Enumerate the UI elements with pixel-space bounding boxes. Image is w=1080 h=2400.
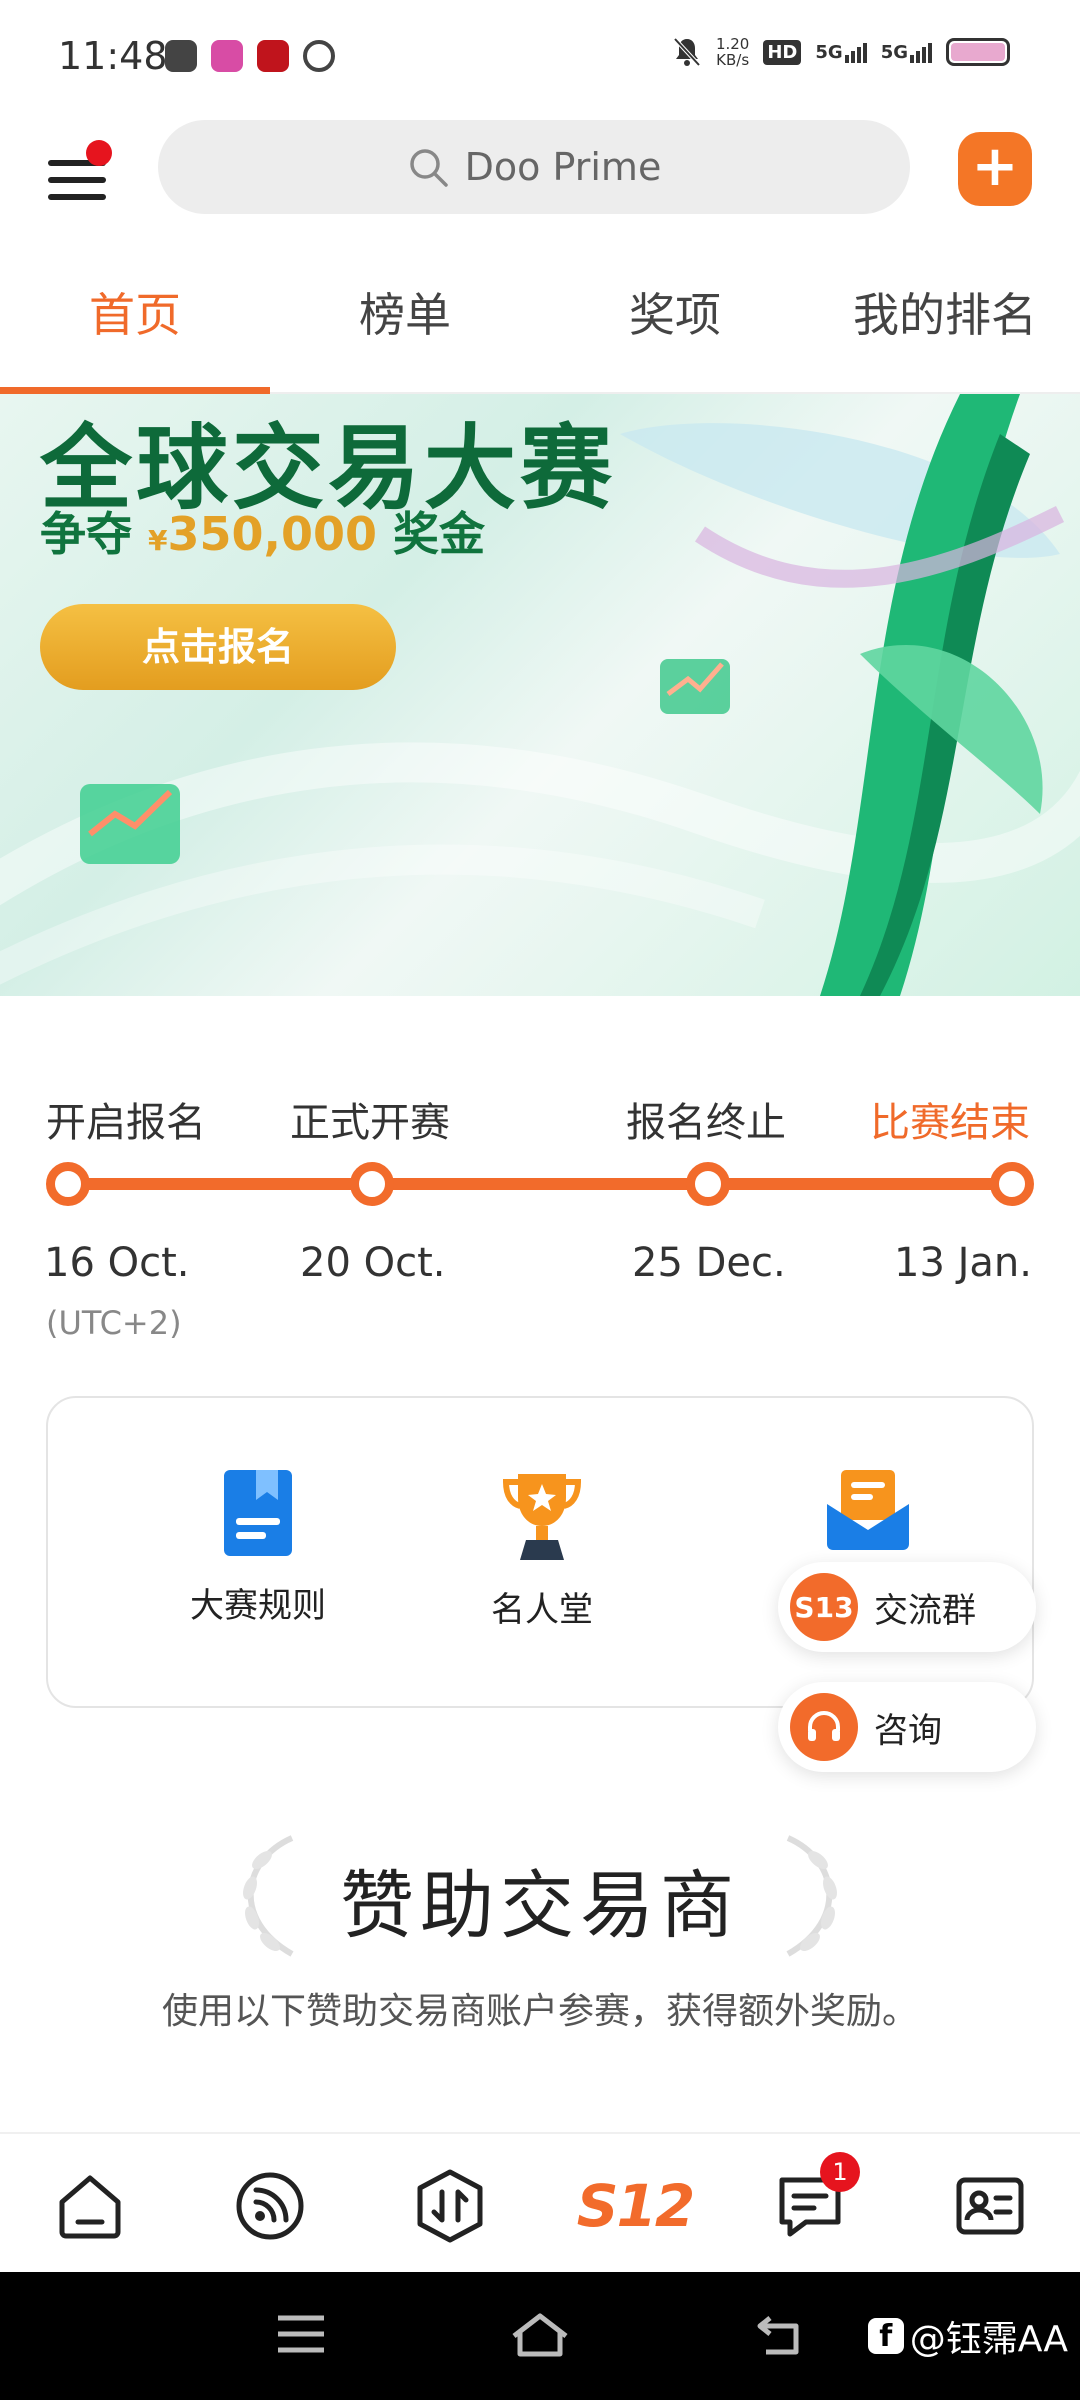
app-notification-icon [303,40,335,72]
timeline-node [686,1162,730,1206]
watermark: f @钰霈AA [867,2310,1068,2362]
mute-bell-icon [673,37,701,67]
trophy-icon [502,1474,582,1560]
nav-feed[interactable] [230,2166,310,2246]
consult-button[interactable]: 咨询 [778,1682,1036,1772]
app-notification-icon [257,40,289,72]
facebook-icon: f [867,2318,904,2354]
status-time: 11:48 [58,34,168,78]
timezone-label: (UTC+2) [46,1304,182,1342]
community-group-label: 交流群 [874,1590,976,1631]
tab-home[interactable]: 首页 [0,260,270,394]
rules-book-icon [224,1470,292,1556]
consult-label: 咨询 [874,1710,942,1751]
menu-button[interactable] [48,140,112,200]
sponsor-subtitle: 使用以下赞助交易商账户参赛，获得额外奖励。 [161,1991,918,2032]
community-group-button[interactable]: S13 交流群 [778,1562,1036,1652]
back-icon[interactable] [756,2312,806,2358]
tab-my-ranking[interactable]: 我的排名 [810,260,1080,392]
milestone-label: 开启报名 [46,1100,206,1146]
system-home-icon[interactable] [510,2312,570,2358]
search-placeholder: Doo Prime [464,145,662,189]
prize-currency: ¥ [148,524,168,557]
network-speed: 1.20 KB/s [716,36,749,68]
net-speed-value: 1.20 [715,35,750,53]
milestone-date: 13 Jan. [894,1240,1032,1286]
promo-banner[interactable]: 全球交易大赛 争夺 ¥350,000 奖金 点击报名 [0,394,1080,996]
bottom-nav: S12 1 [0,2132,1080,2272]
recent-apps-icon[interactable] [276,2312,326,2356]
tab-bar: 首页 榜单 奖项 我的排名 [0,260,1080,394]
prize-prefix: 争夺 [40,507,132,561]
trade-icon [417,2169,483,2243]
nav-messages[interactable]: 1 [770,2152,860,2246]
timeline-node [46,1162,90,1206]
milestone-date: 20 Oct. [300,1240,446,1286]
mailbox-icon [827,1470,909,1550]
nav-home[interactable] [50,2166,130,2246]
prize-suffix: 奖金 [393,507,486,561]
timeline-progress-line [66,1178,1010,1190]
header: Doo Prime + [0,120,1080,220]
add-button[interactable]: + [958,132,1032,206]
milestone-date: 16 Oct. [44,1240,190,1286]
feed-icon [236,2172,304,2240]
signal-icon: 5G [815,41,867,63]
signal-label: 5G [880,41,908,63]
feature-label: 大赛规则 [190,1586,326,1626]
signal-label: 5G [815,41,843,63]
tab-awards[interactable]: 奖项 [540,260,810,392]
timeline-node [350,1162,394,1206]
net-speed-unit: KB/s [716,51,750,69]
app-notification-icon [165,40,197,72]
feature-label: 名人堂 [491,1590,593,1630]
watermark-text: @钰霈AA [909,2319,1068,2360]
milestone-label: 报名终止 [626,1100,786,1146]
profile-card-icon [956,2177,1024,2235]
battery-icon [946,38,1010,66]
search-input[interactable]: Doo Prime [158,120,910,214]
prize-amount: 350,000 [167,507,378,561]
milestone-date: 25 Dec. [632,1240,786,1286]
feature-rules[interactable]: 大赛规则 [138,1468,378,1627]
headset-icon [790,1693,858,1761]
signal-icon: 5G [881,42,932,63]
s13-badge: S13 [790,1573,858,1641]
system-nav-bar: f @钰霈AA [0,2272,1080,2400]
nav-trade[interactable] [410,2166,490,2246]
home-icon [59,2175,121,2239]
status-app-icons [165,40,335,72]
register-button[interactable]: 点击报名 [40,604,396,690]
milestone-label: 比赛结束 [870,1100,1030,1146]
hd-badge: HD [763,39,802,65]
nav-s12[interactable]: S12 [577,2166,695,2246]
timeline-node [990,1162,1034,1206]
nav-profile[interactable] [950,2166,1030,2246]
s12-logo: S12 [576,2172,695,2240]
milestone-label: 正式开赛 [290,1100,450,1146]
search-icon [409,149,448,187]
menu-bar [48,194,106,200]
status-bar: 11:48 1.20 KB/s HD 5G 5G [0,0,1080,110]
banner-prize: 争夺 ¥350,000 奖金 [40,498,485,564]
feature-mailbox[interactable] [748,1468,988,1572]
messages-badge: 1 [820,2152,860,2192]
app-notification-icon [211,40,243,72]
sponsor-title: 赞助交易商 [340,1863,740,1949]
feature-card: 大赛规则 名人堂 [46,1396,1034,1708]
feature-hall-of-fame[interactable]: 名人堂 [422,1468,662,1631]
notification-dot [86,140,112,166]
menu-bar [48,177,106,183]
competition-timeline: 开启报名 正式开赛 报名终止 比赛结束 16 Oct. 20 Oct. 25 D… [0,1080,1080,1360]
tab-leaderboard[interactable]: 榜单 [270,260,540,392]
